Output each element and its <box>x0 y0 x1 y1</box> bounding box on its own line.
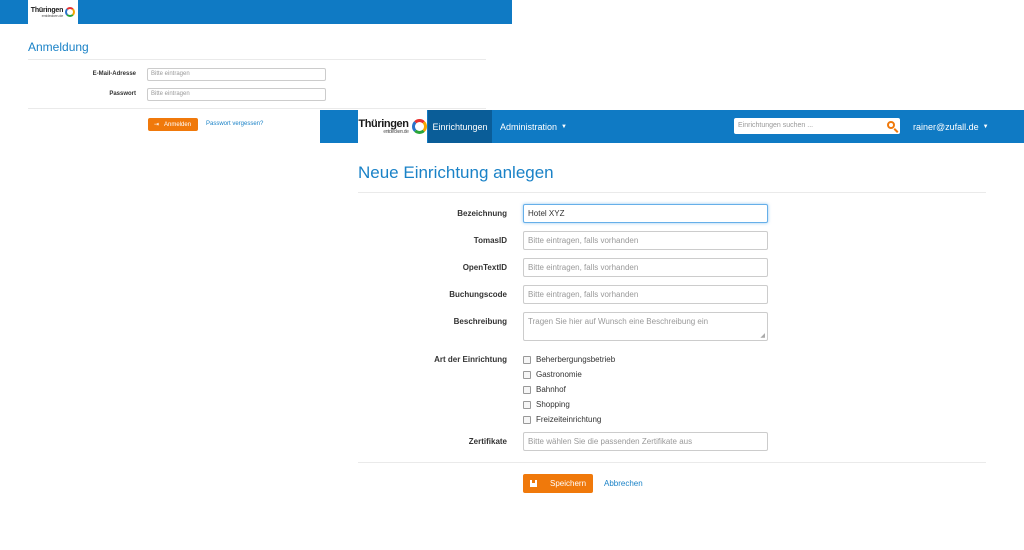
checkbox[interactable] <box>523 370 531 379</box>
opentextid-field[interactable]: Bitte eintragen, falls vorhanden <box>523 258 768 277</box>
user-menu[interactable]: rainer@zufall.de ▼ <box>913 110 989 143</box>
checkbox[interactable] <box>523 415 531 424</box>
logo-subtext: entdecken.de <box>41 12 64 18</box>
floppy-disk-icon <box>530 480 537 487</box>
bezeichnung-label: Bezeichnung <box>457 209 507 218</box>
search-input[interactable]: Einrichtungen suchen ... <box>734 118 900 134</box>
logo-subtext: entdecken.de <box>383 128 409 135</box>
beschreibung-placeholder: Tragen Sie hier auf Wunsch eine Beschrei… <box>528 317 709 326</box>
checkbox-shopping[interactable]: Shopping <box>523 400 570 409</box>
logo-ring-icon <box>411 119 427 134</box>
email-field[interactable]: Bitte eintragen <box>147 68 326 81</box>
zertifikate-label: Zertifikate <box>468 437 507 446</box>
navbar-logo[interactable]: Thüringen entdecken.de <box>358 110 427 143</box>
password-label: Passwort <box>109 91 136 97</box>
checkbox-bahnhof[interactable]: Bahnhof <box>523 385 566 394</box>
buchungscode-field[interactable]: Bitte eintragen, falls vorhanden <box>523 285 768 304</box>
divider <box>28 59 486 60</box>
divider <box>358 462 986 463</box>
opentextid-label: OpenTextID <box>462 263 507 272</box>
login-button-label: Anmelden <box>164 121 192 128</box>
checkbox-beherbergungsbetrieb[interactable]: Beherbergungsbetrieb <box>523 355 615 364</box>
checkbox-label: Beherbergungsbetrieb <box>536 355 616 364</box>
resize-handle-icon[interactable]: ◢ <box>760 333 765 339</box>
checkbox-freizeiteinrichtung[interactable]: Freizeiteinrichtung <box>523 415 601 424</box>
login-logo[interactable]: Thüringen entdecken.de <box>28 0 78 24</box>
tomasid-field[interactable]: Bitte eintragen, falls vorhanden <box>523 231 768 250</box>
buchungscode-label: Buchungscode <box>449 290 507 299</box>
checkbox-label: Shopping <box>536 400 570 409</box>
checkbox-gastronomie[interactable]: Gastronomie <box>523 370 582 379</box>
login-title: Anmeldung <box>28 40 89 54</box>
save-button-label: Speichern <box>550 479 587 488</box>
checkbox[interactable] <box>523 355 531 364</box>
email-label: E-Mail-Adresse <box>92 71 136 77</box>
search-placeholder: Einrichtungen suchen ... <box>738 122 814 129</box>
bezeichnung-field[interactable]: Hotel XYZ <box>523 204 768 223</box>
search-icon[interactable] <box>887 121 895 129</box>
beschreibung-label: Beschreibung <box>453 317 507 326</box>
chevron-down-icon: ▼ <box>561 123 567 130</box>
divider <box>28 108 486 109</box>
sign-in-icon: ⇥ <box>154 122 160 128</box>
forgot-password-link[interactable]: Passwort vergessen? <box>206 121 263 127</box>
beschreibung-textarea[interactable]: Tragen Sie hier auf Wunsch eine Beschrei… <box>523 312 768 341</box>
logo-ring-icon <box>65 7 76 17</box>
save-button[interactable]: Speichern <box>523 474 593 493</box>
divider <box>358 192 986 193</box>
chevron-down-icon: ▼ <box>982 123 989 130</box>
logo-text: Thüringen <box>358 117 409 130</box>
art-label: Art der Einrichtung <box>434 355 507 364</box>
user-email: rainer@zufall.de <box>913 121 979 132</box>
checkbox-label: Bahnhof <box>536 385 566 394</box>
checkbox[interactable] <box>523 400 531 409</box>
login-button[interactable]: ⇥ Anmelden <box>148 118 198 131</box>
password-field[interactable]: Bitte eintragen <box>147 88 326 101</box>
nav-einrichtungen[interactable]: Einrichtungen <box>428 110 492 143</box>
tomasid-label: TomasID <box>473 236 507 245</box>
checkbox-label: Freizeiteinrichtung <box>536 415 602 424</box>
page-title: Neue Einrichtung anlegen <box>358 163 554 182</box>
nav-administration-label: Administration <box>500 121 558 132</box>
zertifikate-select[interactable]: Bitte wählen Sie die passenden Zertifika… <box>523 432 768 451</box>
nav-administration[interactable]: Administration ▼ <box>500 110 567 143</box>
checkbox[interactable] <box>523 385 531 394</box>
cancel-link[interactable]: Abbrechen <box>604 479 643 488</box>
checkbox-label: Gastronomie <box>536 370 582 379</box>
